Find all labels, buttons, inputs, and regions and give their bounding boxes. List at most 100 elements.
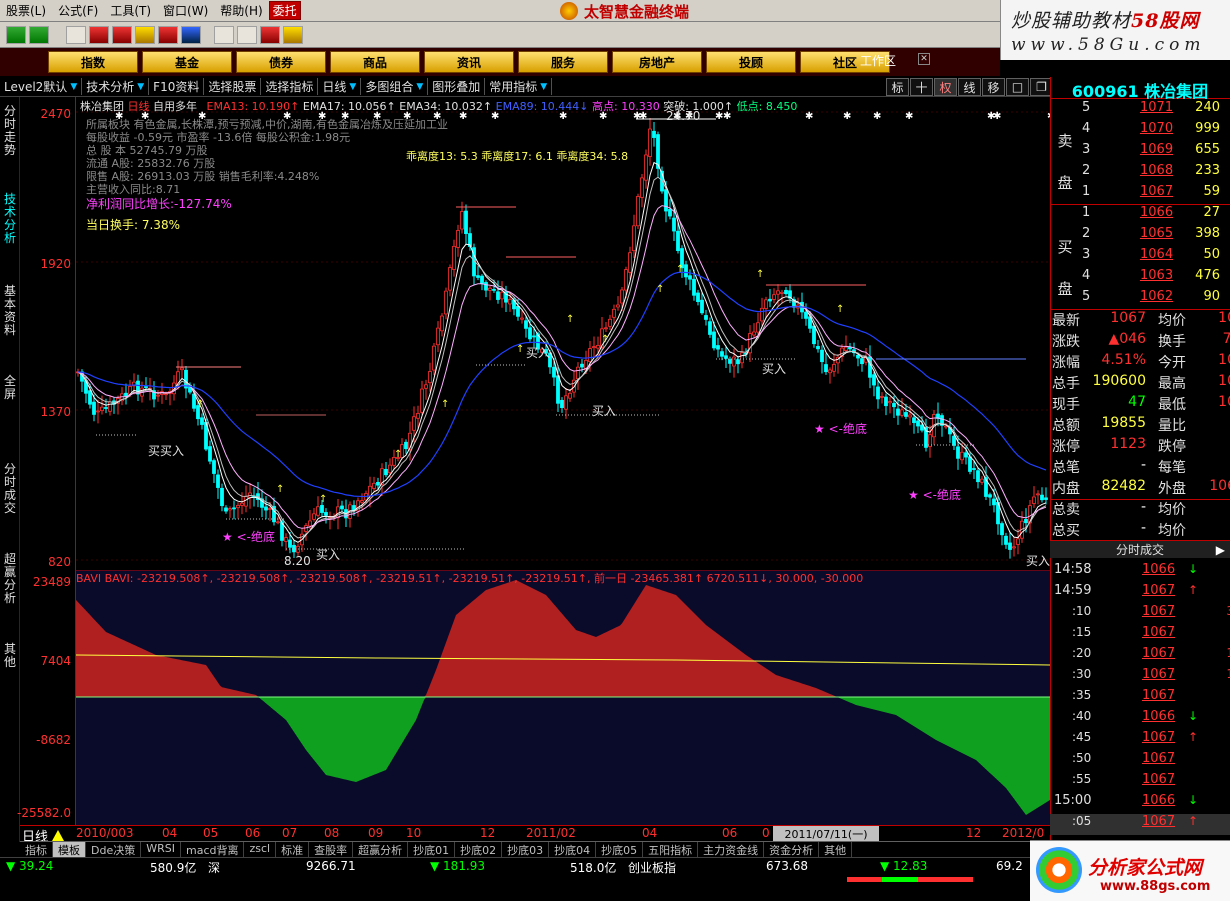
candle-body (464, 210, 468, 235)
nav-button[interactable]: 房地产 (612, 51, 702, 73)
chart-toolbar-item[interactable]: Level2默认 ▼ (0, 78, 83, 95)
chart-toolbar-item[interactable]: 选择股票 (204, 78, 262, 95)
menu-item[interactable]: 工具(T) (104, 2, 157, 19)
bavi-indicator-chart[interactable] (76, 570, 1050, 825)
bars-icon[interactable] (260, 25, 280, 44)
chevron-down-icon[interactable]: ▼ (349, 82, 356, 92)
tick-row: 14:59 1067 ↑ (1050, 583, 1230, 604)
arrow-right-icon[interactable]: ▶ (1216, 541, 1225, 559)
workarea-close-icon[interactable]: ✕ (918, 53, 930, 65)
chart-tool-button[interactable]: 标 (886, 78, 909, 96)
tick-price: 1067 (1142, 730, 1176, 745)
formula-tab[interactable]: 超赢分析 (353, 842, 409, 857)
chart-tool-button[interactable]: 线 (958, 78, 981, 96)
menu-item[interactable]: 委托 (268, 1, 301, 20)
table-icon[interactable] (214, 25, 234, 44)
left-tab[interactable]: 其他 (2, 643, 18, 669)
ob-volume: 476 (1195, 268, 1220, 283)
left-tab[interactable]: 超赢分析 (2, 553, 18, 605)
nav-button[interactable]: 服务 (518, 51, 608, 73)
help-icon[interactable] (283, 25, 303, 44)
left-tab[interactable]: 全屏 (2, 375, 18, 401)
orderbook-buy-row[interactable]: 2 1065 398 (1050, 226, 1230, 247)
orderbook-buy-row[interactable]: 1 1066 27 (1050, 205, 1230, 226)
formula-tab[interactable]: 主力资金线 (698, 842, 765, 857)
chart-toolbar-item[interactable]: 选择指标 (261, 78, 319, 95)
candle-body (216, 474, 220, 488)
ticks-header[interactable]: 分时成交 ▶ (1050, 540, 1230, 558)
window-icon[interactable] (237, 25, 257, 44)
formula-tab[interactable]: 查股率 (309, 842, 354, 857)
formula-tab[interactable]: 抄底04 (549, 842, 597, 857)
chart-toolbar-item[interactable]: F10资料 (149, 78, 205, 95)
candle-body (880, 396, 884, 398)
globe-icon[interactable] (181, 25, 201, 44)
formula-tab[interactable]: 资金分析 (764, 842, 820, 857)
orderbook-buy-row[interactable]: 4 1063 476 (1050, 268, 1230, 289)
formula-tab[interactable]: 标准 (276, 842, 310, 857)
orderbook-buy-row[interactable]: 3 1064 50 (1050, 247, 1230, 268)
nav-button[interactable]: 基金 (142, 51, 232, 73)
orderbook-sell-row[interactable]: 5 1071 240 (1050, 100, 1230, 121)
menu-item[interactable]: 公式(F) (52, 2, 104, 19)
candle-body (908, 414, 912, 418)
chart-tool-button[interactable]: 十 (910, 78, 933, 96)
market-icon[interactable] (29, 25, 49, 44)
orderbook-sell-row[interactable]: 4 1070 999 (1050, 121, 1230, 142)
left-tab[interactable]: 分时走势 (2, 105, 18, 157)
formula-tab[interactable]: Dde决策 (86, 842, 142, 857)
orderbook-buy-row[interactable]: 5 1062 90 (1050, 289, 1230, 310)
orderbook-sell-row[interactable]: 1 1067 59 (1050, 184, 1230, 205)
menu-item[interactable]: 窗口(W) (157, 2, 214, 19)
formula-tab[interactable]: 抄底01 (408, 842, 456, 857)
diamond-icon[interactable] (135, 25, 155, 44)
candle-body (876, 386, 880, 400)
candle-body (580, 363, 584, 368)
candle-body (988, 494, 992, 498)
nav-button[interactable]: 投顾 (706, 51, 796, 73)
chart-toolbar-item[interactable]: 常用指标 ▼ (485, 78, 553, 95)
chevron-down-icon[interactable]: ▼ (137, 82, 144, 92)
chart-tool-button[interactable]: □ (1006, 78, 1029, 96)
info-icon[interactable] (112, 25, 132, 44)
left-tab[interactable]: 基本资料 (2, 285, 18, 337)
orderbook-sell-row[interactable]: 2 1068 233 (1050, 163, 1230, 184)
chevron-down-icon[interactable]: ▼ (70, 82, 77, 92)
formula-tab[interactable]: 抄底03 (502, 842, 550, 857)
chart-icon[interactable] (89, 25, 109, 44)
formula-tab[interactable]: macd背离 (181, 842, 245, 857)
flag-icon[interactable] (6, 25, 26, 44)
formula-tab[interactable]: WRSI (141, 842, 181, 857)
left-tab[interactable]: 技术分析 (2, 193, 18, 245)
orderbook-sell-row[interactable]: 3 1069 655 (1050, 142, 1230, 163)
chart-toolbar-item[interactable]: 日线 ▼ (318, 78, 362, 95)
quote-row: 总买 - 均价 (1050, 520, 1230, 541)
menu-item[interactable]: 股票(L) (0, 2, 52, 19)
chart-tool-button[interactable]: 权 (934, 78, 957, 96)
workarea-label[interactable]: 工作区 (860, 52, 896, 69)
candle-body (108, 401, 112, 412)
formula-tab[interactable]: 其他 (819, 842, 853, 857)
nav-button[interactable]: 债券 (236, 51, 326, 73)
formula-tab[interactable]: 模板 (53, 842, 86, 857)
chart-toolbar-item[interactable]: 多图组合 ▼ (361, 78, 429, 95)
formula-tab[interactable]: 抄底05 (596, 842, 644, 857)
nav-button[interactable]: 商品 (330, 51, 420, 73)
news-icon[interactable] (158, 25, 178, 44)
candle-body (96, 410, 100, 413)
formula-tab[interactable]: 五阳指标 (643, 842, 699, 857)
candle-body (376, 481, 380, 486)
menu-item[interactable]: 帮助(H) (214, 2, 268, 19)
chevron-down-icon[interactable]: ▼ (540, 82, 547, 92)
nav-button[interactable]: 指数 (48, 51, 138, 73)
nav-button[interactable]: 资讯 (424, 51, 514, 73)
chart-toolbar-item[interactable]: 技术分析 ▼ (82, 78, 150, 95)
formula-tab[interactable]: zscl (244, 842, 277, 857)
chart-toolbar-item[interactable]: 图形叠加 (428, 78, 486, 95)
formula-tab[interactable]: 抄底02 (455, 842, 503, 857)
chevron-down-icon[interactable]: ▼ (416, 82, 423, 92)
buy-arrow-icon: ↑ (441, 399, 449, 410)
binoculars-icon[interactable] (66, 25, 86, 44)
left-tab[interactable]: 分时成交 (2, 463, 18, 515)
chart-tool-button[interactable]: 移 (982, 78, 1005, 96)
